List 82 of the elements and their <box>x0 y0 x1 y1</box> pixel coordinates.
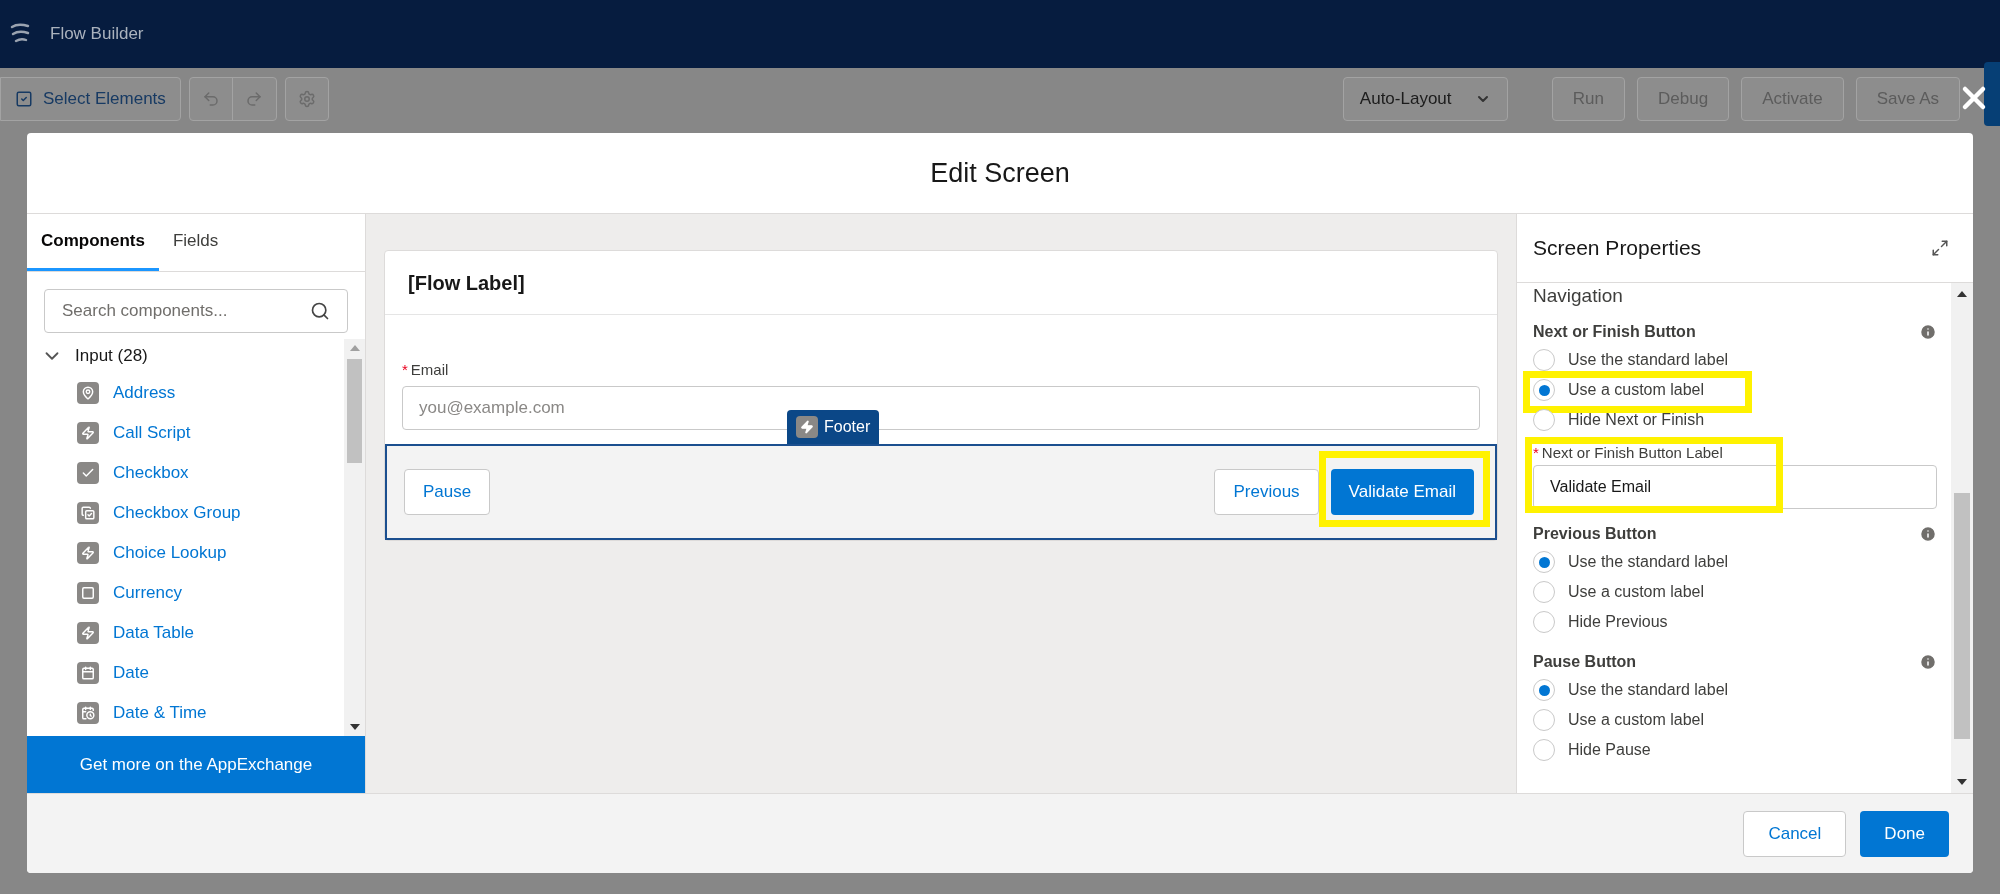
radio-button[interactable] <box>1533 611 1555 633</box>
footer-region[interactable]: Pause Previous Validate Email <box>385 443 1497 540</box>
radio-button[interactable] <box>1533 551 1555 573</box>
required-mark: * <box>402 360 408 380</box>
group-heading: Pause Button <box>1533 652 1637 672</box>
modal-title: Edit Screen <box>930 156 1070 190</box>
scroll-up-icon[interactable] <box>1957 291 1967 297</box>
info-icon <box>1919 525 1937 543</box>
group-heading: Next or Finish Button <box>1533 322 1696 342</box>
done-button[interactable]: Done <box>1860 810 1949 857</box>
radio-button[interactable] <box>1533 409 1555 431</box>
search-input[interactable]: Search components... <box>62 298 302 324</box>
pin-icon <box>77 382 99 404</box>
bolt-icon <box>77 542 99 564</box>
component-link[interactable]: Currency <box>113 580 182 606</box>
field-label: Email <box>410 360 449 380</box>
scroll-down-icon[interactable] <box>1957 779 1967 785</box>
footer-button[interactable]: Validate Email <box>1330 468 1474 515</box>
settings-icon <box>297 90 316 108</box>
component-link[interactable]: Data Table <box>113 620 194 646</box>
scrollbar[interactable] <box>1951 283 1973 793</box>
radio-label: Hide Pause <box>1568 740 1651 760</box>
component-link[interactable]: Date & Time <box>113 700 207 726</box>
radio-label: Use the standard label <box>1568 680 1729 700</box>
card-title: [Flow Label] <box>408 270 525 296</box>
redo-icon <box>245 90 264 108</box>
radio-button[interactable] <box>1533 349 1555 371</box>
radio-label: Hide Previous <box>1568 612 1668 632</box>
select-elements-button[interactable]: Select Elements <box>0 77 181 121</box>
radio-label: Use a custom label <box>1568 710 1705 730</box>
info-icon <box>1919 323 1937 341</box>
radio-button[interactable] <box>1533 739 1555 761</box>
component-link[interactable]: Checkbox Group <box>113 500 241 526</box>
layout-dropdown[interactable]: Auto-Layout <box>1342 77 1508 121</box>
search-field[interactable]: Search components... <box>44 289 348 333</box>
button-label-field[interactable]: Validate Email <box>1533 465 1937 509</box>
field-label: Next or Finish Button Label <box>1541 442 1723 463</box>
group-heading: Previous Button <box>1533 524 1657 544</box>
component-link[interactable]: Choice Lookup <box>113 540 227 566</box>
search-icon <box>310 301 330 321</box>
panel-title: Screen Properties <box>1533 235 1702 262</box>
app-title: Flow Builder <box>50 23 144 46</box>
scroll-down-icon[interactable] <box>349 724 360 730</box>
cancel-button[interactable]: Cancel <box>1743 810 1847 857</box>
footer-button[interactable]: Pause <box>404 468 491 515</box>
check-icon <box>77 462 99 484</box>
panel-tab[interactable]: Components <box>27 214 159 271</box>
frame-icon <box>77 582 99 604</box>
calendar-icon <box>77 662 99 684</box>
checkgroup-icon <box>77 502 99 524</box>
bolt-icon <box>77 422 99 444</box>
info-icon <box>1919 653 1937 671</box>
scrollbar[interactable] <box>344 339 365 736</box>
section-title: Navigation <box>1533 285 1624 307</box>
select-icon <box>15 90 33 108</box>
radio-label: Use a custom label <box>1568 582 1705 602</box>
scrollbar-thumb[interactable] <box>347 359 362 463</box>
bolt-icon <box>796 415 818 438</box>
footer-button[interactable]: Previous <box>1214 468 1319 515</box>
radio-label: Use the standard label <box>1568 552 1729 572</box>
expand-icon <box>1931 239 1949 257</box>
radio-button[interactable] <box>1533 679 1555 701</box>
component-link[interactable]: Checkbox <box>113 460 189 486</box>
radio-label: Hide Next or Finish <box>1568 410 1705 430</box>
undo-icon <box>201 90 220 108</box>
bolt-icon <box>77 622 99 644</box>
radio-button[interactable] <box>1533 709 1555 731</box>
radio-label: Use the standard label <box>1568 350 1729 370</box>
component-link[interactable]: Call Script <box>113 420 191 446</box>
panel-tab[interactable]: Fields <box>158 214 233 271</box>
calendarclock-icon <box>77 702 99 724</box>
settings-button[interactable] <box>284 77 329 121</box>
radio-button[interactable] <box>1533 581 1555 603</box>
component-link[interactable]: Date <box>113 660 149 686</box>
radio-label: Use a custom label <box>1568 380 1705 400</box>
radio-button[interactable] <box>1533 379 1555 401</box>
group-label: Input (28) <box>75 345 148 368</box>
required-mark: * <box>1533 442 1539 463</box>
appexchange-button[interactable]: Get more on the AppExchange <box>27 736 365 793</box>
button-edge <box>1984 62 2000 126</box>
scrollbar-thumb[interactable] <box>1954 493 1970 739</box>
component-link[interactable]: Address <box>113 380 176 406</box>
